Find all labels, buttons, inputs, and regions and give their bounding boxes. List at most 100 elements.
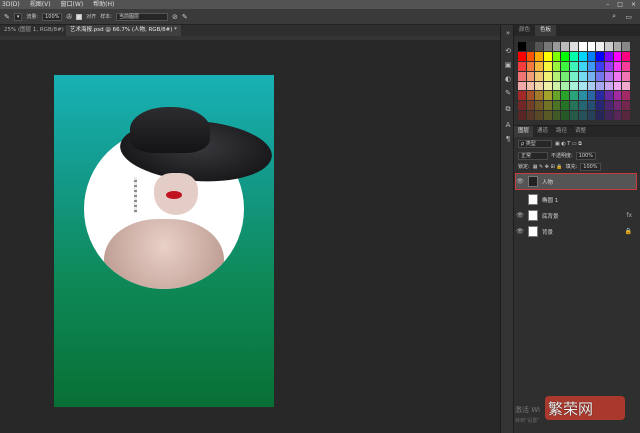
swatch[interactable] xyxy=(570,101,578,111)
swatch[interactable] xyxy=(526,42,535,51)
eye-icon[interactable]: 👁 xyxy=(516,228,524,235)
swatch[interactable] xyxy=(552,101,561,111)
document-canvas[interactable] xyxy=(54,75,274,407)
swatch[interactable] xyxy=(604,101,613,111)
swatch[interactable] xyxy=(578,51,587,61)
swatch[interactable] xyxy=(561,111,570,120)
swatch[interactable] xyxy=(604,61,613,71)
swatch[interactable] xyxy=(596,111,604,120)
swatch[interactable] xyxy=(544,42,552,51)
maximize-button[interactable]: □ xyxy=(617,0,623,9)
swatch[interactable] xyxy=(552,51,561,61)
swatch[interactable] xyxy=(622,42,630,51)
swatch[interactable] xyxy=(552,71,561,81)
swatch[interactable] xyxy=(587,81,596,91)
lock-icons[interactable]: ▦ ✎ ✥ ⊞ 🔒 xyxy=(533,164,563,170)
collapse-icon[interactable]: » xyxy=(503,29,513,37)
swatch[interactable] xyxy=(613,61,622,71)
ignore-adjust-icon[interactable]: ⊘ xyxy=(172,13,178,21)
swatch[interactable] xyxy=(526,111,535,120)
swatch[interactable] xyxy=(518,71,526,81)
workspace-icon[interactable]: ▭ xyxy=(625,13,632,21)
airbrush-icon[interactable]: ✇ xyxy=(66,13,72,21)
swatch[interactable] xyxy=(604,111,613,120)
fill-input[interactable]: 100% xyxy=(580,162,601,171)
swatch[interactable] xyxy=(544,71,552,81)
menu-item-window[interactable]: 窗口(W) xyxy=(61,0,84,9)
menu-item-3d[interactable]: 3D(D) xyxy=(2,0,20,9)
paragraph-icon[interactable]: ¶ xyxy=(503,135,513,143)
swatch[interactable] xyxy=(587,51,596,61)
swatch[interactable] xyxy=(552,81,561,91)
swatch[interactable] xyxy=(526,81,535,91)
swatch[interactable] xyxy=(587,61,596,71)
swatch[interactable] xyxy=(552,111,561,120)
swatch[interactable] xyxy=(578,111,587,120)
swatch[interactable] xyxy=(518,91,526,101)
opacity-input[interactable]: 100% xyxy=(575,151,596,160)
swatch[interactable] xyxy=(526,91,535,101)
swatch[interactable] xyxy=(535,51,544,61)
swatch[interactable] xyxy=(570,61,578,71)
swatch[interactable] xyxy=(544,101,552,111)
swatch[interactable] xyxy=(552,61,561,71)
swatch[interactable] xyxy=(587,71,596,81)
swatch[interactable] xyxy=(561,71,570,81)
character-icon[interactable]: A xyxy=(503,121,513,129)
pressure-icon[interactable]: ✎ xyxy=(182,13,188,21)
swatch[interactable] xyxy=(596,71,604,81)
swatch[interactable] xyxy=(552,91,561,101)
filter-icons[interactable]: ▣ ◐ T ▭ ⧉ xyxy=(555,141,582,147)
swatch[interactable] xyxy=(613,101,622,111)
swatch[interactable] xyxy=(604,71,613,81)
sample-select[interactable]: 当前图层 xyxy=(115,12,168,21)
swatch-grid[interactable] xyxy=(518,42,630,120)
swatch[interactable] xyxy=(544,111,552,120)
swatch[interactable] xyxy=(526,71,535,81)
swatch[interactable] xyxy=(544,61,552,71)
menu-item-view[interactable]: 视图(V) xyxy=(30,0,51,9)
swatch[interactable] xyxy=(587,101,596,111)
swatch[interactable] xyxy=(561,91,570,101)
clone-icon[interactable]: ⧉ xyxy=(503,105,513,113)
swatch[interactable] xyxy=(561,101,570,111)
swatch[interactable] xyxy=(613,91,622,101)
swatch[interactable] xyxy=(578,71,587,81)
tab-swatches[interactable]: 色板 xyxy=(535,25,557,36)
menu-item-help[interactable]: 帮助(H) xyxy=(93,0,114,9)
flow-input[interactable]: 100% xyxy=(42,12,63,21)
swatch[interactable] xyxy=(518,61,526,71)
fx-icon[interactable]: fx xyxy=(626,212,632,219)
swatch[interactable] xyxy=(518,42,526,51)
swatch[interactable] xyxy=(544,81,552,91)
swatch[interactable] xyxy=(587,91,596,101)
swatch[interactable] xyxy=(544,51,552,61)
layer-row-bottom-bg[interactable]: 👁 底背景 fx xyxy=(516,208,636,223)
swatch[interactable] xyxy=(622,71,630,81)
swatch[interactable] xyxy=(535,61,544,71)
tab-color[interactable]: 颜色 xyxy=(514,25,535,36)
swatch[interactable] xyxy=(622,51,630,61)
swatch[interactable] xyxy=(518,101,526,111)
layer-row-person[interactable]: 👁 人物 xyxy=(515,173,637,190)
swatch[interactable] xyxy=(622,111,630,120)
layer-filter-select[interactable]: ρ 类型 xyxy=(518,139,552,148)
brush-preset-picker[interactable]: ▾ xyxy=(13,12,23,21)
tab-adjustments[interactable]: 调整 xyxy=(571,126,590,137)
swatch[interactable] xyxy=(604,91,613,101)
swatch[interactable] xyxy=(526,61,535,71)
adjust-icon[interactable]: ◐ xyxy=(503,75,513,83)
swatch[interactable] xyxy=(604,42,613,51)
swatch[interactable] xyxy=(570,71,578,81)
tab-doc-1[interactable]: 25% (图层 1, RGB/8#) * xyxy=(0,25,72,36)
eye-icon[interactable]: 👁 xyxy=(516,212,524,219)
swatch[interactable] xyxy=(552,42,561,51)
swatch[interactable] xyxy=(561,42,570,51)
swatch[interactable] xyxy=(578,81,587,91)
swatch[interactable] xyxy=(535,42,544,51)
swatch[interactable] xyxy=(526,101,535,111)
swatch[interactable] xyxy=(604,81,613,91)
navigator-icon[interactable]: ▣ xyxy=(503,61,513,69)
swatch[interactable] xyxy=(596,81,604,91)
swatch[interactable] xyxy=(613,51,622,61)
